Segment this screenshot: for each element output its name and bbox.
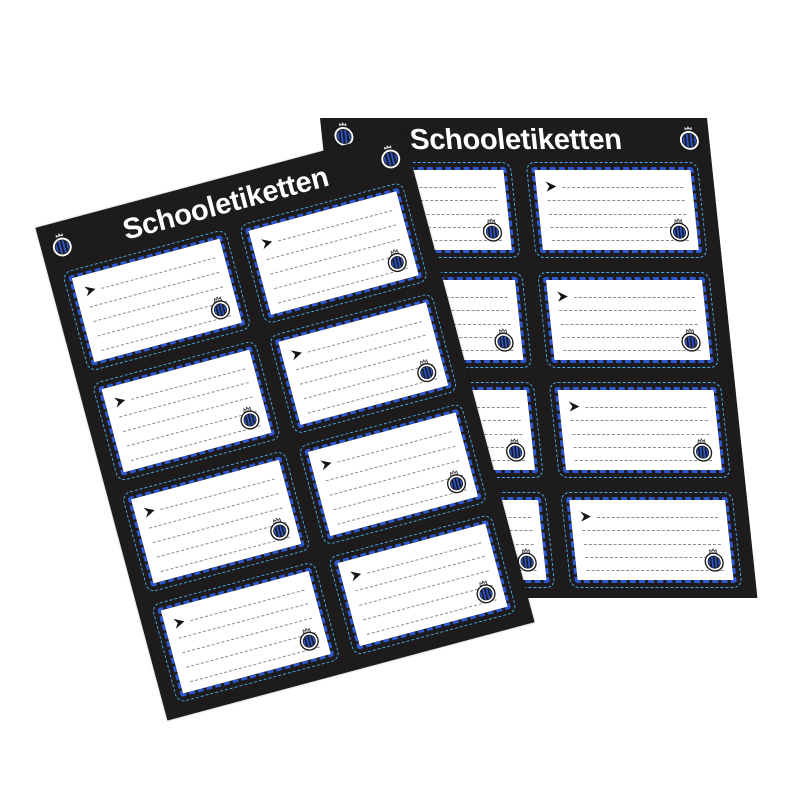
writing-lines (558, 297, 701, 351)
school-label (97, 345, 276, 477)
writing-line (278, 209, 393, 242)
writing-line (574, 460, 713, 461)
school-label (127, 456, 305, 587)
label-cut-outline (560, 492, 743, 588)
club-crest-icon (668, 218, 691, 242)
writing-lines (581, 517, 724, 571)
writing-line (266, 224, 397, 260)
writing-line (550, 226, 688, 228)
writing-line (299, 349, 430, 385)
writing-line (549, 213, 687, 215)
school-label (565, 497, 737, 583)
school-label (531, 167, 703, 253)
club-crest-icon (691, 438, 714, 462)
writing-line (130, 367, 246, 400)
writing-line (560, 323, 698, 325)
writing-line (152, 507, 283, 543)
writing-lines (546, 187, 689, 241)
label-cut-outline (548, 382, 731, 478)
writing-line (559, 310, 697, 312)
writing-line (562, 187, 684, 188)
school-label (542, 277, 714, 363)
writing-line (148, 492, 279, 529)
writing-line (572, 433, 710, 435)
school-label (554, 387, 726, 473)
school-label (274, 298, 452, 429)
writing-line (563, 350, 701, 351)
writing-line (329, 459, 460, 496)
writing-line (573, 446, 711, 448)
club-crest-icon (676, 124, 702, 152)
writing-line (547, 200, 685, 202)
writing-line (585, 407, 707, 408)
writing-line (585, 556, 723, 558)
writing-line (182, 617, 313, 654)
writing-line (366, 541, 482, 574)
writing-line (123, 396, 253, 433)
writing-line (119, 382, 249, 418)
club-crest-icon (481, 218, 504, 242)
writing-line (596, 517, 719, 518)
writing-line (355, 556, 486, 592)
club-crest-icon (492, 328, 515, 352)
writing-line (160, 478, 275, 511)
writing-lines (569, 407, 713, 461)
club-crest-icon (703, 548, 725, 572)
writing-line (178, 603, 309, 640)
writing-line (89, 271, 220, 308)
writing-line (586, 570, 724, 571)
writing-line (561, 336, 700, 338)
writing-line (93, 286, 224, 322)
writing-line (573, 297, 695, 298)
writing-line (190, 589, 305, 621)
writing-line (325, 445, 456, 482)
writing-line (101, 257, 216, 289)
product-image: Schooletiketten Schooletiketten (0, 0, 800, 800)
writing-line (582, 530, 720, 532)
club-crest-icon (679, 328, 702, 352)
school-label (68, 234, 246, 366)
writing-line (359, 570, 489, 607)
school-label (333, 519, 512, 650)
label-cut-outline (525, 162, 708, 258)
writing-line (551, 240, 689, 241)
school-label (156, 566, 335, 698)
school-label (304, 408, 482, 540)
writing-line (583, 543, 721, 545)
writing-line (270, 238, 400, 275)
writing-line (296, 334, 426, 371)
writing-line (570, 420, 708, 422)
writing-line (307, 320, 422, 353)
label-cut-outline (537, 272, 720, 368)
club-crest-icon (504, 438, 527, 462)
writing-line (337, 431, 452, 463)
